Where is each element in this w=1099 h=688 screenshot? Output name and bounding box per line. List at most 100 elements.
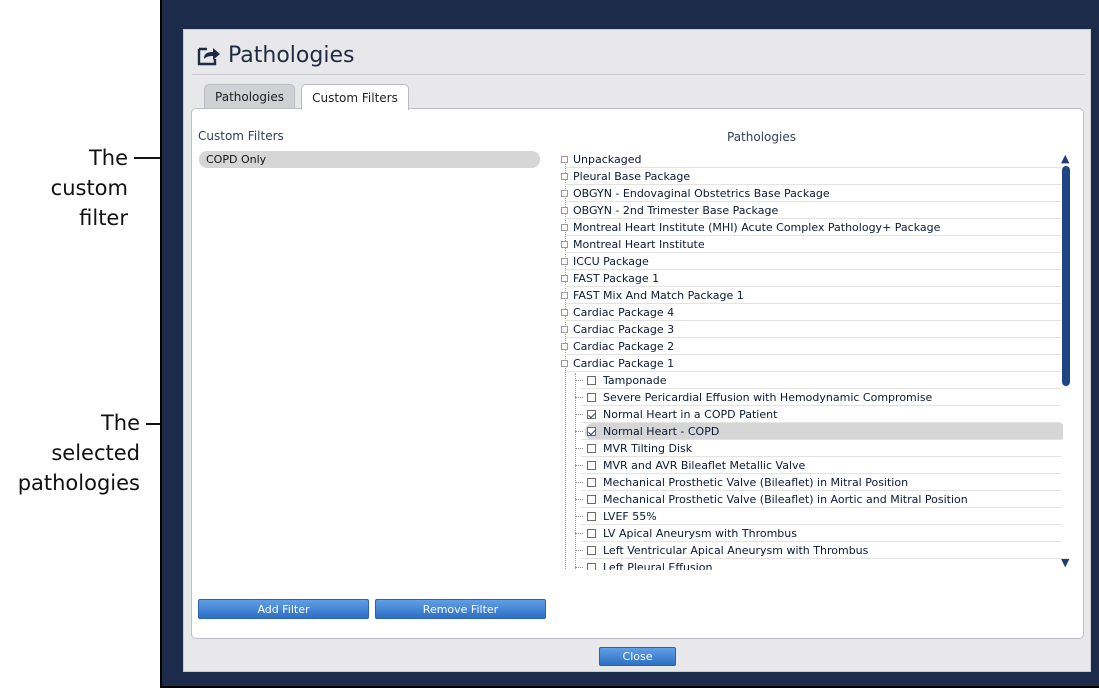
expand-toggle-icon[interactable]	[561, 309, 568, 316]
expand-toggle-icon[interactable]	[561, 207, 568, 214]
pathologies-tree: Unpackaged Pleural Base Package OBGYN - En…	[561, 151, 1063, 570]
remove-filter-button[interactable]: Remove Filter	[375, 599, 546, 619]
callout-line-1: The	[88, 146, 128, 170]
pathology-label: LV Apical Aneurysm with Thrombus	[603, 527, 797, 540]
expand-toggle-icon[interactable]	[561, 343, 568, 350]
package-label: Cardiac Package 2	[573, 340, 675, 353]
pathology-label: LVEF 55%	[603, 510, 657, 523]
pathology-item[interactable]: Severe Pericardial Effusion with Hemodyn…	[561, 389, 1061, 406]
pathology-item[interactable]: MVR Tilting Disk	[561, 440, 1061, 457]
expand-toggle-icon[interactable]	[561, 326, 568, 333]
callout-line-3: pathologies	[17, 471, 140, 495]
pathology-checkbox[interactable]	[587, 546, 596, 555]
custom-filter-item[interactable]: COPD Only	[199, 151, 540, 168]
expand-toggle-icon[interactable]	[561, 156, 568, 163]
tab-custom-filters[interactable]: Custom Filters	[301, 84, 409, 110]
expand-toggle-icon[interactable]	[561, 224, 568, 231]
pathology-item[interactable]: LV Apical Aneurysm with Thrombus	[561, 525, 1061, 542]
pathology-item[interactable]: MVR and AVR Bileaflet Metallic Valve	[561, 457, 1061, 474]
tree-branch	[575, 533, 583, 534]
expand-toggle-icon[interactable]	[561, 360, 568, 367]
pathology-package-item[interactable]: Cardiac Package 4	[561, 304, 1061, 321]
callout-line-1: The	[100, 411, 140, 435]
pathology-label: Left Ventricular Apical Aneurysm with Th…	[603, 544, 869, 557]
pathology-package-item[interactable]: ICCU Package	[561, 253, 1061, 270]
callout-line-3: filter	[79, 206, 128, 230]
pathology-item[interactable]: Tamponade	[561, 372, 1061, 389]
pathology-checkbox[interactable]	[587, 563, 596, 570]
pathology-checkbox[interactable]	[587, 529, 596, 538]
pathology-item[interactable]: Left Pleural Effusion	[561, 559, 1061, 570]
package-label: Pleural Base Package	[573, 170, 691, 183]
callout-line-2: selected	[51, 441, 140, 465]
tree-branch	[575, 567, 583, 568]
pathology-package-item[interactable]: OBGYN - 2nd Trimester Base Package	[561, 202, 1061, 219]
pathology-package-item[interactable]: Pleural Base Package	[561, 168, 1061, 185]
package-label: Cardiac Package 4	[573, 306, 675, 319]
pathology-item[interactable]: Mechanical Prosthetic Valve (Bileaflet) …	[561, 474, 1061, 491]
add-filter-button[interactable]: Add Filter	[198, 599, 369, 619]
dialog-title-text: Pathologies	[228, 42, 355, 68]
pathology-item[interactable]: Left Ventricular Apical Aneurysm with Th…	[561, 542, 1061, 559]
pathology-label: Severe Pericardial Effusion with Hemodyn…	[603, 391, 933, 404]
tree-branch	[575, 431, 583, 432]
pathology-checkbox[interactable]	[587, 444, 596, 453]
pathology-item[interactable]: LVEF 55%	[561, 508, 1061, 525]
pathology-item[interactable]: Mechanical Prosthetic Valve (Bileaflet) …	[561, 491, 1061, 508]
tree-branch	[575, 465, 583, 466]
pathology-label: Mechanical Prosthetic Valve (Bileaflet) …	[603, 476, 909, 489]
package-label: Cardiac Package 1	[573, 357, 675, 370]
pathology-label: Tamponade	[603, 374, 667, 387]
expand-toggle-icon[interactable]	[561, 190, 568, 197]
expand-toggle-icon[interactable]	[561, 241, 568, 248]
pathology-label: Mechanical Prosthetic Valve (Bileaflet) …	[603, 493, 968, 506]
pathology-package-item[interactable]: Unpackaged	[561, 151, 1061, 168]
pathology-package-item[interactable]: Montreal Heart Institute	[561, 236, 1061, 253]
scroll-down-arrow-icon[interactable]: ▼	[1061, 556, 1069, 569]
package-label: Montreal Heart Institute (MHI) Acute Com…	[573, 221, 941, 234]
pathology-item-selected[interactable]: Normal Heart - COPD	[561, 423, 1063, 440]
tree-branch	[575, 414, 583, 415]
pathology-package-item[interactable]: FAST Mix And Match Package 1	[561, 287, 1061, 304]
pathology-label: Left Pleural Effusion	[603, 561, 713, 570]
expand-toggle-icon[interactable]	[561, 292, 568, 299]
package-label: Unpackaged	[573, 153, 642, 166]
pathology-package-item[interactable]: OBGYN - Endovaginal Obstetrics Base Pack…	[561, 185, 1061, 202]
scrollbar-thumb[interactable]	[1062, 166, 1070, 386]
expand-toggle-icon[interactable]	[561, 173, 568, 180]
callout-line-2: custom	[50, 176, 128, 200]
close-button[interactable]: Close	[599, 647, 676, 666]
custom-filters-heading: Custom Filters	[198, 129, 284, 143]
expand-toggle-icon[interactable]	[561, 275, 568, 282]
package-label: Cardiac Package 3	[573, 323, 675, 336]
callout-custom-filter-label: The custom filter	[40, 143, 128, 233]
scroll-up-arrow-icon[interactable]: ▲	[1061, 152, 1069, 165]
pathology-label: MVR Tilting Disk	[603, 442, 693, 455]
package-label: ICCU Package	[573, 255, 649, 268]
pathology-label: Normal Heart in a COPD Patient	[603, 408, 778, 421]
pathology-checkbox[interactable]	[587, 376, 596, 385]
pathology-checkbox[interactable]	[587, 478, 596, 487]
pathology-item[interactable]: Normal Heart in a COPD Patient	[561, 406, 1061, 423]
package-label: OBGYN - 2nd Trimester Base Package	[573, 204, 779, 217]
tree-branch	[575, 397, 583, 398]
pathology-checkbox[interactable]	[587, 495, 596, 504]
pathologies-heading: Pathologies	[727, 130, 796, 144]
pathology-checkbox[interactable]	[587, 512, 596, 521]
pathology-checkbox[interactable]	[587, 461, 596, 470]
package-label: OBGYN - Endovaginal Obstetrics Base Pack…	[573, 187, 830, 200]
pathology-checkbox[interactable]	[587, 427, 596, 436]
pathology-label: MVR and AVR Bileaflet Metallic Valve	[603, 459, 806, 472]
pathology-package-item[interactable]: Cardiac Package 3	[561, 321, 1061, 338]
pathology-checkbox[interactable]	[587, 393, 596, 402]
pathology-package-item[interactable]: FAST Package 1	[561, 270, 1061, 287]
tab-pathologies[interactable]: Pathologies	[204, 84, 295, 109]
tree-branch	[575, 448, 583, 449]
tree-branch	[575, 550, 583, 551]
pathology-package-item[interactable]: Cardiac Package 1	[561, 355, 1061, 372]
pathology-checkbox[interactable]	[587, 410, 596, 419]
pathology-package-item[interactable]: Cardiac Package 2	[561, 338, 1061, 355]
pathology-package-item[interactable]: Montreal Heart Institute (MHI) Acute Com…	[561, 219, 1061, 236]
expand-toggle-icon[interactable]	[561, 258, 568, 265]
export-arrow-icon	[197, 47, 220, 66]
